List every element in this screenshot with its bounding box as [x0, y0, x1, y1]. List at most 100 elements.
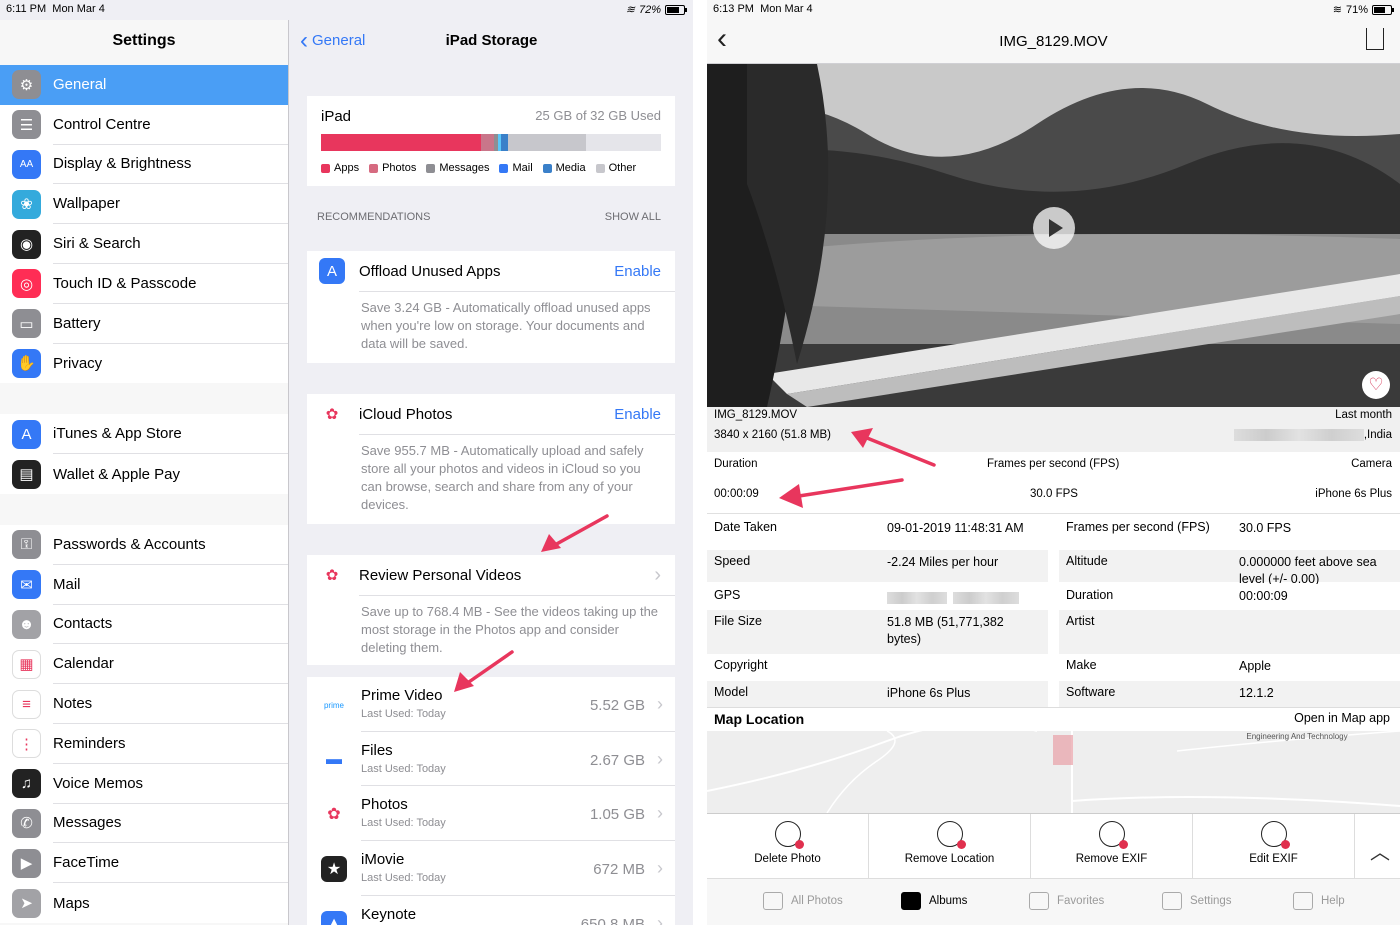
recommendation-title: iCloud Photos — [359, 405, 453, 423]
gear-icon: ⚙ — [12, 70, 41, 100]
fps-label: Frames per second (FPS) — [987, 458, 1120, 470]
recommendation-header[interactable]: A Offload Unused Apps Enable — [307, 251, 675, 291]
show-all-button[interactable]: SHOW ALL — [605, 211, 661, 223]
app-row[interactable]: prime Prime Video Last Used: Today 5.52 GB › — [307, 677, 675, 732]
settings-item-messages[interactable]: ✆ Messages — [0, 804, 288, 844]
remove-exif-button[interactable]: Remove EXIF — [1031, 814, 1193, 880]
summary-row: Duration 00:00:09 Frames per second (FPS… — [707, 452, 1400, 514]
contacts-icon: ☻ — [12, 609, 41, 639]
settings-item-label: Reminders — [53, 724, 288, 764]
battery-icon: ▭ — [12, 309, 41, 339]
hand-icon: ✋ — [12, 348, 41, 378]
settings-item-passwords-accounts[interactable]: ⚿ Passwords & Accounts — [0, 525, 288, 565]
exif-row: File Size 51.8 MB (51,771,382 bytes) — [707, 610, 1048, 654]
recommendation-header[interactable]: ✿ iCloud Photos Enable — [307, 394, 675, 434]
app-last-used: Last Used: Today — [361, 872, 446, 885]
app-row[interactable]: ▲ Keynote 650.8 MB › — [307, 896, 675, 925]
group-gap — [0, 493, 288, 525]
settings-item-mail[interactable]: ✉ Mail — [0, 565, 288, 605]
battery-icon — [665, 4, 687, 15]
open-in-map-link[interactable]: Open in Map app — [1294, 711, 1390, 725]
exif-row: Altitude 0.000000 feet above sea level (+… — [1059, 550, 1400, 586]
toggle-icon: ☰ — [12, 110, 41, 140]
settings-item-itunes-app-store[interactable]: AiTunes & App Store — [0, 414, 288, 455]
tab-albums[interactable]: Albums — [901, 892, 967, 910]
photos-icon: ✿ — [319, 401, 345, 427]
settings-item-label: Touch ID & Passcode — [53, 264, 288, 304]
battery-percent: 72% — [638, 3, 661, 16]
chevron-right-icon: › — [657, 748, 663, 769]
settings-item-wallet-apple-pay[interactable]: ▤ Wallet & Apple Pay — [0, 454, 288, 494]
exif-key: Software — [1066, 685, 1116, 699]
play-icon[interactable] — [1033, 207, 1075, 249]
settings-item-facetime[interactable]: ▶ FaceTime — [0, 843, 288, 884]
storage-panel: ‹ General iPad Storage iPad 25 GB of 32 G… — [290, 20, 693, 925]
settings-item-siri-search[interactable]: ◉ Siri & Search — [0, 224, 288, 264]
legend-label: Media — [555, 162, 586, 174]
app-row[interactable]: ▬ Files Last Used: Today 2.67 GB › — [307, 732, 675, 787]
exif-value: 09-01-2019 11:48:31 AM — [887, 521, 1024, 535]
settings-item-display-brightness[interactable]: AA Display & Brightness — [0, 145, 288, 185]
device-name: iPad — [321, 108, 352, 125]
chevron-up-icon[interactable]: ︿ — [1370, 836, 1390, 865]
remove-badge — [956, 840, 966, 849]
delete-photo-button[interactable]: Delete Photo — [707, 814, 869, 880]
settings-item-general[interactable]: ⚙ General — [0, 65, 288, 105]
enable-button[interactable]: Enable — [614, 406, 661, 423]
legend-item: Other — [595, 162, 637, 174]
recommendation-header[interactable]: ✿ Review Personal Videos › — [307, 555, 675, 595]
app-size: 2.67 GB — [589, 751, 645, 769]
app-store-icon: A — [319, 258, 345, 284]
remove-badge — [1280, 840, 1290, 849]
tab-settings[interactable]: Settings — [1162, 892, 1232, 910]
redacted-gps — [887, 590, 1019, 604]
location-country: ,India — [1363, 429, 1392, 442]
battery-icon — [1372, 4, 1394, 15]
exif-key: File Size — [714, 614, 762, 628]
exif-key: Copyright — [714, 658, 768, 672]
settings-item-contacts[interactable]: ☻ Contacts — [0, 605, 288, 645]
file-title: IMG_8129.MOV — [999, 33, 1108, 50]
video-preview[interactable]: ♡ — [707, 64, 1400, 407]
chevron-right-icon: › — [657, 912, 663, 925]
settings-item-label: Wallpaper — [53, 184, 288, 225]
status-time: 6:11 PM — [6, 3, 47, 15]
settings-item-label: Contacts — [53, 605, 288, 645]
settings-item-reminders[interactable]: ⋮ Reminders — [0, 724, 288, 764]
heart-icon[interactable]: ♡ — [1362, 371, 1390, 399]
exif-key: Altitude — [1066, 554, 1108, 568]
remove-location-button[interactable]: Remove Location — [869, 814, 1031, 880]
exif-value: -2.24 Miles per hour — [887, 555, 999, 569]
legend-label: Apps — [334, 162, 360, 174]
redacted-location — [1233, 429, 1364, 441]
settings-item-maps[interactable]: ➤ Maps — [0, 883, 288, 923]
app-row[interactable]: ✿ Photos Last Used: Today 1.05 GB › — [307, 786, 675, 842]
settings-item-label: Voice Memos — [53, 764, 288, 804]
settings-item-touch-id-passcode[interactable]: ◎ Touch ID & Passcode — [0, 264, 288, 304]
map-view[interactable]: Engineering And Technology — [707, 731, 1400, 813]
settings-item-battery[interactable]: ▭ Battery — [0, 304, 288, 344]
enable-button[interactable]: Enable — [614, 263, 661, 280]
settings-item-label: Messages — [53, 804, 288, 844]
legend-label: Other — [608, 162, 637, 174]
settings-item-calendar[interactable]: ▦ Calendar — [0, 644, 288, 685]
settings-item-wallpaper[interactable]: ❀ Wallpaper — [0, 184, 288, 225]
keynote-icon: ▲ — [321, 910, 347, 925]
settings-item-notes[interactable]: ≡ Notes — [0, 684, 288, 724]
app-row[interactable]: ★ iMovie Last Used: Today 672 MB › — [307, 841, 675, 896]
nav-bar: ‹ IMG_8129.MOV — [707, 20, 1400, 64]
tab-favorites[interactable]: Favorites — [1029, 892, 1104, 910]
tab-all-photos[interactable]: All Photos — [763, 892, 843, 910]
exif-value: iPhone 6s Plus — [887, 686, 971, 700]
settings-item-voice-memos[interactable]: ♫ Voice Memos — [0, 764, 288, 804]
settings-item-privacy[interactable]: ✋ Privacy — [0, 344, 288, 384]
chevron-right-icon[interactable]: › — [654, 564, 661, 587]
page-title: iPad Storage — [445, 32, 538, 49]
exif-table: Date Taken 09-01-2019 11:48:31 AM Speed -2.… — [707, 514, 1400, 707]
edit-exif-button[interactable]: Edit EXIF — [1193, 814, 1355, 880]
tab-help[interactable]: Help — [1293, 892, 1345, 910]
settings-icon — [1162, 892, 1182, 910]
exif-app-screen: 6:13 PM Mon Mar 4 ≋ 71% ‹ IMG_8129.MOV ♡… — [707, 0, 1400, 925]
settings-item-control-centre[interactable]: ☰ Control Centre — [0, 105, 288, 145]
share-icon[interactable] — [1366, 28, 1384, 50]
